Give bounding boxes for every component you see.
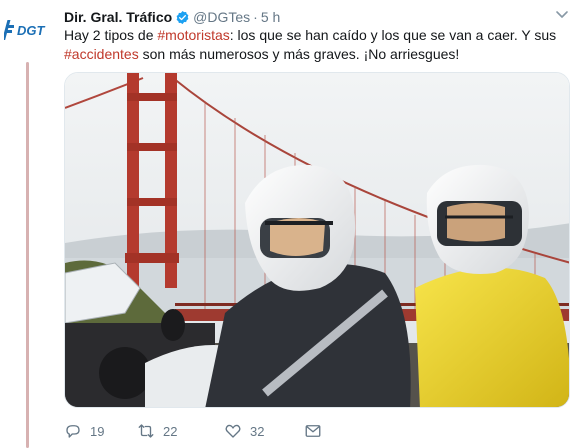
dgt-logo-icon: DGT [2,20,46,40]
tweet-actions: 19 22 32 [64,420,364,442]
hashtag-motoristas[interactable]: #motoristas [157,27,229,43]
tweet-header: Dir. Gral. Tráfico @DGTes · 5 h [64,8,280,26]
heart-icon [225,424,241,438]
like-button[interactable]: 32 [224,420,264,442]
separator-dot: · [253,9,258,25]
like-count: 32 [250,423,265,439]
retweet-icon [138,424,154,438]
text-part-3: son más numerosos y más graves. ¡No arri… [138,46,460,62]
retweet-count: 22 [163,423,178,439]
tweet[interactable]: DGT Dir. Gral. Tráfico @DGTes · 5 h Hay … [0,0,579,448]
text-part-2: : los que se han caído y los que se van … [229,27,557,43]
display-name[interactable]: Dir. Gral. Tráfico [64,9,172,25]
hashtag-accidentes[interactable]: #accidentes [64,46,139,62]
thread-line [26,62,29,448]
envelope-icon [305,425,321,437]
retweet-button[interactable]: 22 [137,420,177,442]
reply-button[interactable]: 19 [64,420,104,442]
reply-count: 19 [90,423,105,439]
direct-message-button[interactable] [304,420,322,442]
handle[interactable]: @DGTes [193,9,250,25]
text-part-1: Hay 2 tipos de [64,27,158,43]
timestamp[interactable]: 5 h [261,9,280,25]
verified-badge-icon [176,10,189,24]
tweet-photo[interactable] [64,72,570,408]
chevron-down-icon[interactable] [555,10,569,20]
photo-motorcyclists-golden-gate [65,73,569,407]
dgt-logo-avatar[interactable]: DGT [2,18,54,42]
tweet-text: Hay 2 tipos de #motoristas: los que se h… [64,26,569,64]
reply-icon [66,425,80,438]
avatar-text: DGT [17,23,46,38]
